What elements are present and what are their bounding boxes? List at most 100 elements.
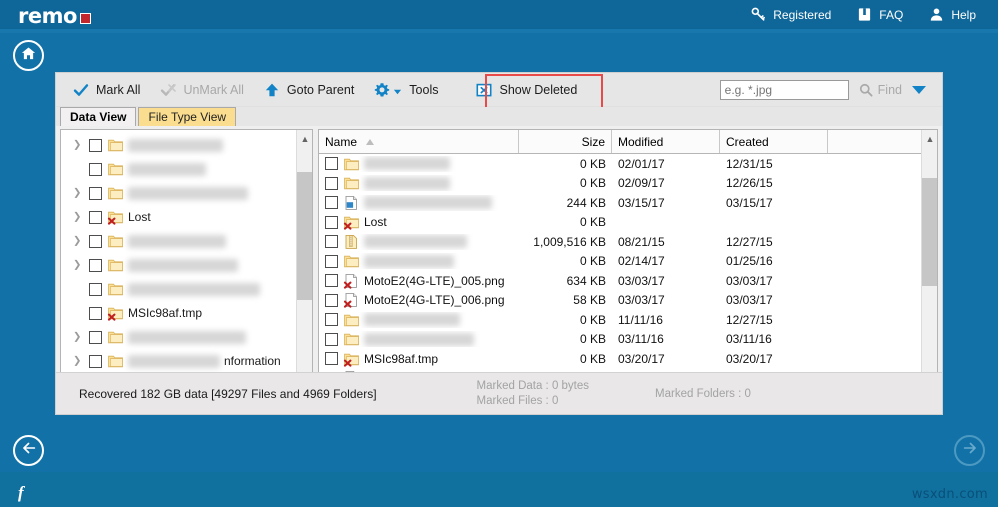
book-icon: [857, 7, 872, 22]
row-checkbox[interactable]: [325, 352, 338, 366]
column-header-name[interactable]: Name: [319, 130, 519, 153]
row-checkbox[interactable]: [325, 254, 338, 268]
tree-row-checkbox[interactable]: [89, 306, 102, 320]
tree-row[interactable]: ❯: [61, 181, 312, 205]
file-size-cell: 0 KB: [579, 332, 606, 347]
chevron-right-icon[interactable]: ❯: [73, 140, 82, 150]
tab-file-type-view[interactable]: File Type View: [138, 107, 237, 126]
tree-row-checkbox[interactable]: [89, 354, 102, 368]
column-header-modified[interactable]: Modified: [612, 130, 720, 153]
table-row[interactable]: MotoE2(4G-LTE)_005.png 634 KB 03/03/17 03/0…: [319, 271, 937, 291]
tree-row-checkbox[interactable]: [89, 162, 102, 176]
column-header-created[interactable]: Created: [720, 130, 828, 153]
facebook-icon[interactable]: f: [18, 483, 24, 503]
file-size-cell: 634 KB: [566, 273, 606, 288]
show-deleted-button[interactable]: Show Deleted: [466, 73, 587, 107]
table-row[interactable]: 0 KB 02/09/17 12/26/15: [319, 174, 937, 194]
table-row[interactable]: 0 KB 03/11/16 03/11/16: [319, 330, 937, 350]
tree-row[interactable]: ❯: [61, 229, 312, 253]
row-checkbox[interactable]: [325, 215, 338, 229]
tree-row[interactable]: [61, 277, 312, 301]
folder-icon: [343, 156, 360, 172]
tree-row-checkbox[interactable]: [89, 138, 102, 152]
tree-row[interactable]: ❯ Lost: [61, 205, 312, 229]
tree-row-checkbox[interactable]: [89, 330, 102, 344]
scroll-up-icon[interactable]: ▲: [922, 130, 937, 147]
chevron-right-icon[interactable]: ❯: [73, 212, 82, 222]
row-checkbox[interactable]: [325, 157, 338, 171]
chevron-down-icon[interactable]: [393, 85, 402, 95]
file-list-scrollbar[interactable]: ▲ ▼: [921, 130, 937, 383]
row-checkbox[interactable]: [325, 332, 338, 346]
header-link-help[interactable]: Help: [929, 7, 976, 22]
chevron-right-icon[interactable]: ❯: [73, 356, 82, 366]
tree-row-label: nformation: [224, 354, 281, 368]
table-row[interactable]: 0 KB 02/01/17 12/31/15: [319, 154, 937, 174]
find-button[interactable]: Find: [859, 83, 902, 97]
back-button[interactable]: [13, 435, 44, 466]
file-created-cell: 12/26/15: [726, 176, 773, 191]
tree-scrollbar[interactable]: ▲ ▼: [296, 130, 312, 383]
mark-all-label: Mark All: [96, 82, 141, 97]
row-checkbox[interactable]: [325, 196, 338, 210]
table-row[interactable]: MSIc98af.tmp 0 KB 03/20/17 03/20/17: [319, 349, 937, 369]
tools-button[interactable]: Tools: [364, 73, 448, 107]
table-row[interactable]: 0 KB 11/11/16 12/27/15: [319, 310, 937, 330]
mark-all-button[interactable]: Mark All: [63, 73, 150, 107]
redacted-name: [128, 138, 223, 152]
tree-row[interactable]: [61, 157, 312, 181]
search-options-dropdown[interactable]: [912, 85, 926, 94]
file-created-cell: 03/15/17: [726, 195, 773, 210]
status-bar: Recovered 182 GB data [49297 Files and 4…: [56, 372, 942, 414]
folder-icon: [107, 161, 124, 177]
chevron-right-icon[interactable]: ❯: [73, 260, 82, 270]
header-link-faq[interactable]: FAQ: [857, 7, 903, 22]
home-button[interactable]: [13, 40, 44, 71]
file-created-cell: 01/25/16: [726, 254, 773, 269]
header-link-registered[interactable]: Registered: [751, 7, 831, 22]
row-checkbox[interactable]: [325, 235, 338, 249]
tree-row-checkbox[interactable]: [89, 234, 102, 248]
file-name-label: MotoE2(4G-LTE)_006.png: [364, 293, 505, 308]
row-checkbox[interactable]: [325, 293, 338, 307]
chevron-right-icon[interactable]: ❯: [73, 188, 82, 198]
row-checkbox[interactable]: [325, 176, 338, 190]
table-row[interactable]: 1,009,516 KB 08/21/15 12/27/15: [319, 232, 937, 252]
chevron-right-icon[interactable]: ❯: [73, 236, 82, 246]
goto-parent-button[interactable]: Goto Parent: [254, 73, 364, 107]
row-checkbox[interactable]: [325, 313, 338, 327]
file-modified-cell: 03/03/17: [618, 273, 665, 288]
table-row[interactable]: Lost 0 KB: [319, 213, 937, 233]
tree-row[interactable]: MSIc98af.tmp: [61, 301, 312, 325]
marked-folders-group: Marked Folders : 0: [655, 388, 751, 400]
tree-row-checkbox[interactable]: [89, 186, 102, 200]
file-name-cell: [319, 195, 519, 211]
tree-row[interactable]: ❯ nformation: [61, 349, 312, 373]
forward-button[interactable]: [954, 435, 985, 466]
file-deleted-icon: [343, 273, 360, 289]
tree-row-checkbox[interactable]: [89, 258, 102, 272]
header-links: Registered FAQ Help: [751, 7, 976, 22]
tree-row-checkbox[interactable]: [89, 282, 102, 296]
tree-row[interactable]: ❯: [61, 133, 312, 157]
row-checkbox[interactable]: [325, 274, 338, 288]
tree-row[interactable]: ❯: [61, 325, 312, 349]
scroll-thumb[interactable]: [922, 178, 937, 286]
table-row[interactable]: 0 KB 02/14/17 01/25/16: [319, 252, 937, 272]
file-modified-cell: 03/11/16: [618, 332, 664, 347]
scroll-thumb[interactable]: [297, 172, 312, 300]
folder-icon: [107, 281, 124, 297]
tree-row-checkbox[interactable]: [89, 210, 102, 224]
tab-label: Data View: [70, 110, 127, 124]
tab-data-view[interactable]: Data View: [60, 107, 137, 126]
chevron-right-icon[interactable]: ❯: [73, 332, 82, 342]
arrow-right-icon: [961, 439, 979, 462]
tree-row[interactable]: ❯: [61, 253, 312, 277]
column-header-size[interactable]: Size: [519, 130, 612, 153]
table-row[interactable]: 244 KB 03/15/17 03/15/17: [319, 193, 937, 213]
search-input[interactable]: [719, 79, 849, 100]
scroll-up-icon[interactable]: ▲: [297, 130, 312, 147]
table-row[interactable]: MotoE2(4G-LTE)_006.png 58 KB 03/03/17 03/03…: [319, 291, 937, 311]
file-name-cell: MotoE2(4G-LTE)_005.png: [319, 273, 519, 289]
unmark-all-button[interactable]: UnMark All: [150, 73, 253, 107]
